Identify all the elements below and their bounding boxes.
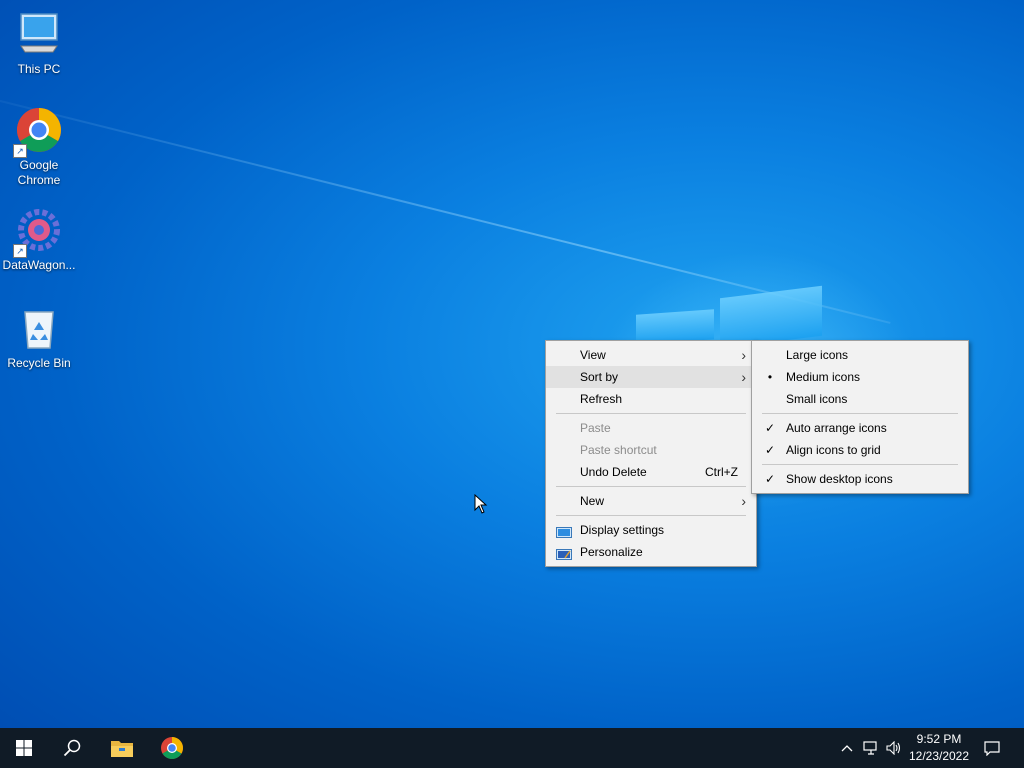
menu-item-label: Paste shortcut <box>580 443 657 457</box>
menu-item-sort-by[interactable]: Sort by › <box>546 366 756 388</box>
menu-item-new[interactable]: New › <box>546 490 756 512</box>
chevron-up-icon <box>841 745 853 752</box>
radio-bullet-icon: • <box>767 370 773 384</box>
menu-item-view[interactable]: View › <box>546 344 756 366</box>
submenu-item-show-desktop-icons[interactable]: ✓ Show desktop icons <box>752 468 968 490</box>
recycle-bin-icon <box>15 304 63 352</box>
submenu-item-label: Medium icons <box>786 370 861 384</box>
chevron-right-icon: › <box>741 369 746 385</box>
action-center-icon <box>984 741 1000 756</box>
checkmark-icon: ✓ <box>764 421 776 435</box>
desktop-icon-label: Recycle Bin <box>7 356 71 370</box>
menu-separator <box>762 464 958 465</box>
menu-item-label: New <box>580 494 605 508</box>
volume-icon <box>886 741 901 755</box>
chrome-taskbar-button[interactable] <box>148 728 196 768</box>
display-icon <box>556 524 572 538</box>
menu-separator <box>762 413 958 414</box>
submenu-item-medium-icons[interactable]: • Medium icons <box>752 366 968 388</box>
menu-item-undo-delete[interactable]: Undo Delete Ctrl+Z <box>546 461 756 483</box>
network-button[interactable] <box>860 728 882 768</box>
personalize-icon <box>556 546 572 560</box>
submenu-item-label: Large icons <box>786 348 849 362</box>
chrome-icon <box>161 737 183 759</box>
shortcut-arrow-icon: ↗ <box>13 144 27 158</box>
menu-item-paste: Paste <box>546 417 756 439</box>
desktop-icon-recycle-bin[interactable]: Recycle Bin <box>2 304 76 371</box>
desktop-icon-label: DataWagon... <box>2 258 76 272</box>
taskbar: 9:52 PM 12/23/2022 <box>0 728 1024 768</box>
volume-button[interactable] <box>884 728 904 768</box>
submenu-item-auto-arrange[interactable]: ✓ Auto arrange icons <box>752 417 968 439</box>
menu-item-label: Undo Delete <box>580 465 647 479</box>
submenu-item-align-to-grid[interactable]: ✓ Align icons to grid <box>752 439 968 461</box>
menu-item-label: View <box>580 348 606 362</box>
submenu-item-label: Align icons to grid <box>786 443 881 457</box>
checkmark-icon: ✓ <box>764 443 776 457</box>
chevron-right-icon: › <box>741 493 746 509</box>
mouse-cursor-icon <box>474 493 488 517</box>
menu-item-label: Personalize <box>580 545 643 559</box>
action-center-button[interactable] <box>980 728 1004 768</box>
menu-item-refresh[interactable]: Refresh <box>546 388 756 410</box>
desktop-context-menu: View › Sort by › Refresh Paste Paste sho… <box>545 340 757 567</box>
show-hidden-icons-button[interactable] <box>838 728 856 768</box>
network-icon <box>863 741 877 755</box>
checkmark-icon: ✓ <box>764 472 776 486</box>
menu-separator <box>556 486 746 487</box>
desktop-icon-this-pc[interactable]: This PC <box>2 10 76 77</box>
submenu-item-small-icons[interactable]: Small icons <box>752 388 968 410</box>
menu-separator <box>556 413 746 414</box>
desktop-icon-label-line1: Google <box>19 158 59 172</box>
submenu-item-large-icons[interactable]: Large icons <box>752 344 968 366</box>
file-explorer-button[interactable] <box>98 728 146 768</box>
chrome-icon: ↗ <box>13 106 63 158</box>
submenu-item-label: Auto arrange icons <box>786 421 887 435</box>
view-submenu: Large icons • Medium icons Small icons ✓… <box>751 340 969 494</box>
menu-item-display-settings[interactable]: Display settings <box>546 519 756 541</box>
submenu-item-label: Show desktop icons <box>786 472 893 486</box>
datawagon-icon: ↗ <box>13 206 63 258</box>
start-button[interactable] <box>0 728 48 768</box>
shortcut-arrow-icon: ↗ <box>13 244 27 258</box>
search-button[interactable] <box>48 728 96 768</box>
desktop-icon-google-chrome[interactable]: ↗ Google Chrome <box>2 106 76 188</box>
computer-icon <box>15 10 63 58</box>
menu-item-label: Display settings <box>580 523 665 537</box>
menu-item-shortcut: Ctrl+Z <box>705 465 738 479</box>
menu-separator <box>556 515 746 516</box>
desktop-icon-label: This PC <box>17 62 61 76</box>
menu-item-personalize[interactable]: Personalize <box>546 541 756 563</box>
windows-start-icon <box>16 740 32 756</box>
taskbar-clock[interactable]: 9:52 PM 12/23/2022 <box>902 731 976 765</box>
menu-item-label: Paste <box>580 421 611 435</box>
search-icon <box>63 739 81 757</box>
menu-item-label: Sort by <box>580 370 619 384</box>
menu-item-paste-shortcut: Paste shortcut <box>546 439 756 461</box>
clock-date: 12/23/2022 <box>908 749 970 763</box>
chevron-right-icon: › <box>741 347 746 363</box>
menu-item-label: Refresh <box>580 392 623 406</box>
submenu-item-label: Small icons <box>786 392 848 406</box>
clock-time: 9:52 PM <box>916 732 962 746</box>
file-explorer-icon <box>111 741 133 757</box>
desktop-icon-datawagon[interactable]: ↗ DataWagon... <box>2 206 76 273</box>
desktop-icon-label-line2: Chrome <box>17 173 61 187</box>
